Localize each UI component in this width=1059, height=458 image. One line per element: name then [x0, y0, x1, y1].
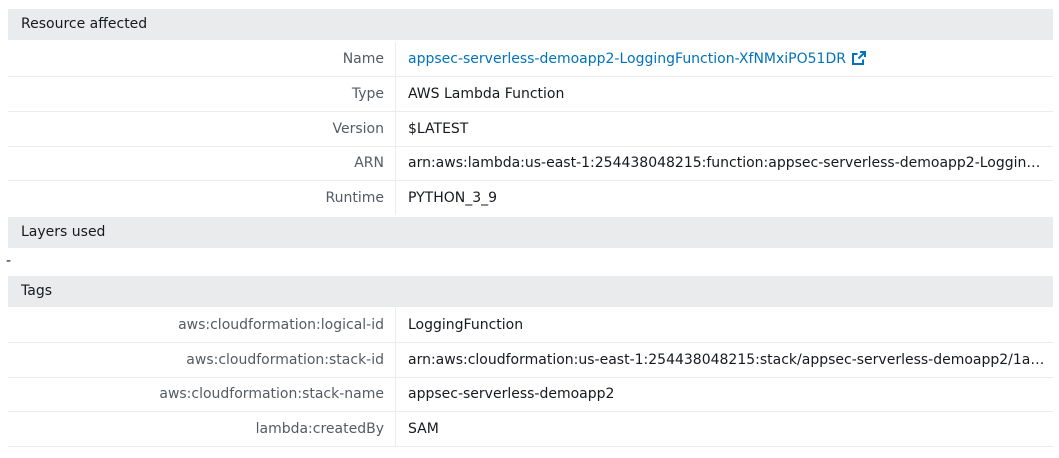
- resource-value-version: $LATEST: [408, 121, 469, 137]
- tag-key-stack-name: aws:cloudformation:stack-name: [159, 386, 384, 402]
- resource-value-name: appsec-serverless-demoapp2-LoggingFuncti…: [408, 42, 1048, 76]
- function-name-link[interactable]: appsec-serverless-demoapp2-LoggingFuncti…: [408, 51, 846, 67]
- row-divider: [8, 446, 1053, 447]
- resource-details-panel: Resource affected Name appsec-serverless…: [0, 0, 1059, 458]
- column-divider: [395, 377, 396, 411]
- resource-value-type: AWS Lambda Function: [408, 86, 565, 102]
- tag-key-created-by: lambda:createdBy: [255, 421, 384, 437]
- tag-key-stack-id: aws:cloudformation:stack-id: [186, 352, 384, 368]
- column-divider: [395, 412, 396, 446]
- resource-key-runtime: Runtime: [325, 190, 384, 206]
- layers-empty-value: -: [6, 253, 12, 269]
- resource-key-type: Type: [351, 86, 384, 102]
- column-divider: [395, 112, 396, 146]
- tag-value-created-by: SAM: [408, 421, 439, 437]
- tag-value-stack-name: appsec-serverless-demoapp2: [408, 386, 615, 402]
- resource-row-name: Name appsec-serverless-demoapp2-LoggingF…: [8, 42, 1053, 77]
- resource-key-version: Version: [332, 121, 384, 137]
- tag-key-logical-id: aws:cloudformation:logical-id: [178, 317, 384, 333]
- resource-row-arn: ARN arn:aws:lambda:us-east-1:25443804821…: [8, 146, 1053, 181]
- tag-row-created-by: lambda:createdBy SAM: [8, 412, 1053, 447]
- resource-row-version: Version $LATEST: [8, 112, 1053, 147]
- resource-key-name: Name: [342, 51, 384, 67]
- resource-key-arn: ARN: [354, 155, 384, 171]
- tag-row-stack-name: aws:cloudformation:stack-name appsec-ser…: [8, 377, 1053, 412]
- resource-affected-header: Resource affected: [8, 9, 1053, 40]
- tag-value-stack-id: arn:aws:cloudformation:us-east-1:2544380…: [408, 352, 1048, 368]
- column-divider: [395, 146, 396, 180]
- column-divider: [395, 77, 396, 111]
- resource-value-arn: arn:aws:lambda:us-east-1:254438048215:fu…: [408, 155, 1048, 171]
- tag-row-stack-id: aws:cloudformation:stack-id arn:aws:clou…: [8, 343, 1053, 378]
- column-divider: [395, 181, 396, 215]
- layers-used-header: Layers used: [8, 217, 1053, 248]
- tags-header: Tags: [8, 276, 1053, 307]
- resource-row-runtime: Runtime PYTHON_3_9: [8, 181, 1053, 216]
- external-link-icon[interactable]: [851, 45, 867, 65]
- tag-row-logical-id: aws:cloudformation:logical-id LoggingFun…: [8, 308, 1053, 343]
- column-divider: [395, 343, 396, 377]
- resource-value-runtime: PYTHON_3_9: [408, 190, 498, 206]
- column-divider: [395, 308, 396, 342]
- tag-value-logical-id: LoggingFunction: [408, 317, 524, 333]
- column-divider: [395, 42, 396, 76]
- resource-row-type: Type AWS Lambda Function: [8, 77, 1053, 112]
